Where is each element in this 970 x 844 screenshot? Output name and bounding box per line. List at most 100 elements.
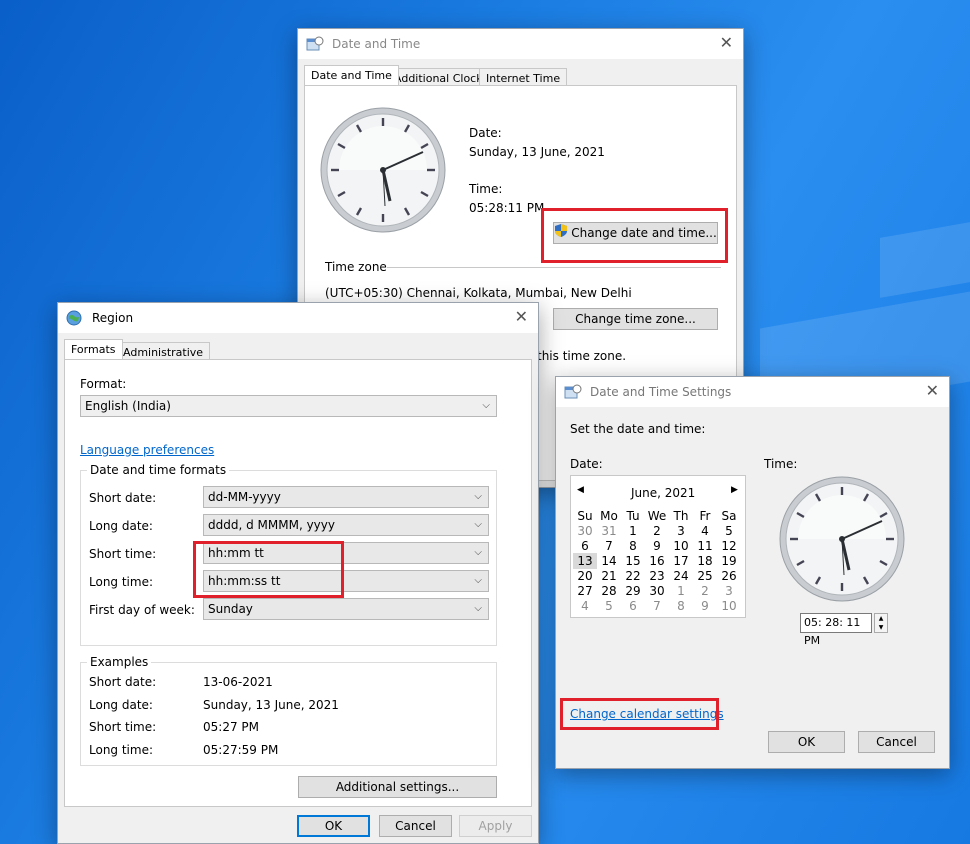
calendar-day[interactable]: 27 bbox=[573, 583, 597, 599]
example-value: Sunday, 13 June, 2021 bbox=[203, 698, 339, 712]
example-label: Short time: bbox=[89, 720, 157, 734]
format-select[interactable]: English (India) ⌵ bbox=[80, 395, 497, 417]
calendar-day[interactable]: 7 bbox=[597, 538, 621, 554]
apply-button[interactable]: Apply bbox=[459, 815, 532, 837]
calendar-day[interactable]: 7 bbox=[645, 598, 669, 614]
time-input[interactable]: 05: 28: 11 PM bbox=[800, 613, 872, 647]
language-preferences-link[interactable]: Language preferences bbox=[80, 443, 214, 457]
calendar-day[interactable]: 22 bbox=[621, 568, 645, 584]
ok-button[interactable]: OK bbox=[768, 731, 845, 753]
calendar-day[interactable]: 20 bbox=[573, 568, 597, 584]
calendar-day[interactable]: 21 bbox=[597, 568, 621, 584]
time-label: Time: bbox=[764, 457, 798, 471]
calendar-day[interactable]: 6 bbox=[621, 598, 645, 614]
cancel-button[interactable]: Cancel bbox=[379, 815, 452, 837]
region-window: Region ✕ Formats Administrative Format: … bbox=[57, 302, 539, 844]
calendar-day[interactable]: 19 bbox=[717, 553, 741, 569]
calendar-day[interactable]: 12 bbox=[717, 538, 741, 554]
calendar-day[interactable]: 6 bbox=[573, 538, 597, 554]
change-time-zone-button[interactable]: Change time zone... bbox=[553, 308, 718, 330]
calendar-day[interactable]: 26 bbox=[717, 568, 741, 584]
calendar-day[interactable]: 16 bbox=[645, 553, 669, 569]
calendar-day[interactable]: 10 bbox=[717, 598, 741, 614]
weekday-header: Fr bbox=[699, 509, 711, 523]
first-day-label: First day of week: bbox=[89, 603, 195, 617]
calendar-month[interactable]: June, 2021 bbox=[631, 486, 695, 500]
format-label: Format: bbox=[80, 377, 127, 391]
date-time-settings-window: Date and Time Settings ✕ Set the date an… bbox=[555, 376, 950, 769]
calendar-day[interactable]: 5 bbox=[597, 598, 621, 614]
uac-shield-icon bbox=[554, 223, 568, 244]
change-date-time-button[interactable]: Change date and time... bbox=[553, 222, 718, 244]
calendar-day[interactable]: 30 bbox=[573, 523, 597, 539]
calendar-day[interactable]: 8 bbox=[621, 538, 645, 554]
calendar-day[interactable]: 13 bbox=[573, 553, 597, 569]
first-day-select[interactable]: Sunday ⌵ bbox=[203, 598, 489, 620]
tab-formats[interactable]: Formats bbox=[64, 339, 123, 359]
chevron-down-icon: ⌵ bbox=[474, 603, 482, 614]
tab-date-and-time[interactable]: Date and Time bbox=[304, 65, 399, 85]
cancel-button[interactable]: Cancel bbox=[858, 731, 935, 753]
calendar-day[interactable]: 30 bbox=[645, 583, 669, 599]
ok-button[interactable]: OK bbox=[297, 815, 370, 837]
time-label: Time: bbox=[469, 182, 503, 196]
calendar-day[interactable]: 3 bbox=[717, 583, 741, 599]
calendar-day[interactable]: 1 bbox=[621, 523, 645, 539]
calendar-day[interactable]: 4 bbox=[693, 523, 717, 539]
calendar-day[interactable]: 25 bbox=[693, 568, 717, 584]
close-icon[interactable]: ✕ bbox=[720, 35, 733, 51]
spin-up-icon[interactable]: ▲ bbox=[875, 614, 887, 623]
calendar-day[interactable]: 24 bbox=[669, 568, 693, 584]
first-day-value: Sunday bbox=[208, 602, 253, 616]
calendar-day[interactable]: 10 bbox=[669, 538, 693, 554]
time-spinner[interactable]: ▲ ▼ bbox=[874, 613, 888, 633]
short-time-label: Short time: bbox=[89, 547, 157, 561]
calendar-day[interactable]: 9 bbox=[645, 538, 669, 554]
next-month-icon[interactable]: ▶ bbox=[731, 485, 738, 495]
long-time-select[interactable]: hh:mm:ss tt ⌵ bbox=[203, 570, 489, 592]
close-icon[interactable]: ✕ bbox=[515, 309, 528, 325]
calendar-day[interactable]: 4 bbox=[573, 598, 597, 614]
desktop-beam bbox=[880, 222, 970, 298]
example-value: 05:27:59 PM bbox=[203, 743, 279, 757]
region-globe-icon bbox=[66, 310, 84, 326]
timezone-heading: Time zone bbox=[325, 260, 387, 274]
calendar-day[interactable]: 2 bbox=[693, 583, 717, 599]
calendar-day[interactable]: 11 bbox=[693, 538, 717, 554]
group-title: Date and time formats bbox=[87, 463, 230, 477]
chevron-down-icon: ⌵ bbox=[474, 519, 482, 530]
short-date-label: Short date: bbox=[89, 491, 157, 505]
date-time-formats-group: Date and time formats Short date: dd-MM-… bbox=[80, 463, 497, 646]
calendar-day[interactable]: 23 bbox=[645, 568, 669, 584]
prev-month-icon[interactable]: ◀ bbox=[577, 485, 584, 495]
long-date-label: Long date: bbox=[89, 519, 153, 533]
calendar-day[interactable]: 14 bbox=[597, 553, 621, 569]
long-date-select[interactable]: dddd, d MMMM, yyyy ⌵ bbox=[203, 514, 489, 536]
change-calendar-settings-link[interactable]: Change calendar settings bbox=[570, 707, 724, 721]
calendar-day[interactable]: 9 bbox=[693, 598, 717, 614]
calendar-day[interactable]: 3 bbox=[669, 523, 693, 539]
weekday-header: Th bbox=[673, 509, 689, 523]
long-time-label: Long time: bbox=[89, 575, 154, 589]
close-icon[interactable]: ✕ bbox=[926, 383, 939, 399]
calendar-day[interactable]: 5 bbox=[717, 523, 741, 539]
calendar-day[interactable]: 18 bbox=[693, 553, 717, 569]
calendar-day[interactable]: 17 bbox=[669, 553, 693, 569]
example-label: Long time: bbox=[89, 743, 154, 757]
calendar-day[interactable]: 28 bbox=[597, 583, 621, 599]
calendar-day[interactable]: 2 bbox=[645, 523, 669, 539]
short-time-select[interactable]: hh:mm tt ⌵ bbox=[203, 542, 489, 564]
short-date-select[interactable]: dd-MM-yyyy ⌵ bbox=[203, 486, 489, 508]
chevron-down-icon: ⌵ bbox=[474, 575, 482, 586]
calendar[interactable]: ◀ June, 2021 ▶ Su Mo Tu We Th Fr Sa 30 31 1 2 3 4 5 6 7… bbox=[570, 475, 746, 618]
weekday-header: Mo bbox=[600, 509, 618, 523]
calendar-day[interactable]: 8 bbox=[669, 598, 693, 614]
change-date-time-label: Change date and time... bbox=[571, 226, 717, 240]
calendar-day[interactable]: 15 bbox=[621, 553, 645, 569]
calendar-day[interactable]: 29 bbox=[621, 583, 645, 599]
calendar-day[interactable]: 1 bbox=[669, 583, 693, 599]
example-value: 13-06-2021 bbox=[203, 675, 273, 689]
additional-settings-button[interactable]: Additional settings... bbox=[298, 776, 497, 798]
calendar-day[interactable]: 31 bbox=[597, 523, 621, 539]
spin-down-icon[interactable]: ▼ bbox=[875, 623, 887, 632]
